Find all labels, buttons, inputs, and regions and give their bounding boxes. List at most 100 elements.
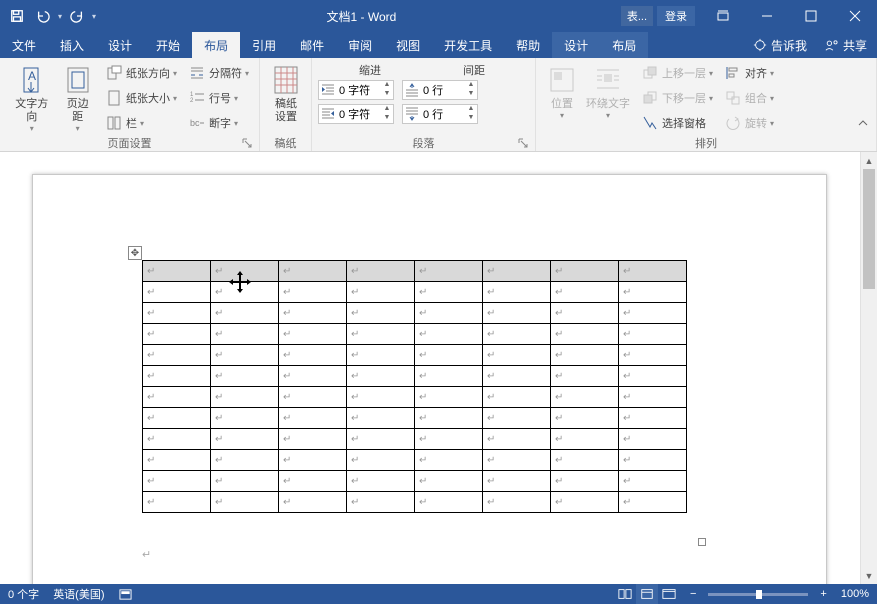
indent-left-spinner[interactable]: ▲▼ [318,80,394,100]
table-cell[interactable]: ↵ [551,261,619,282]
table-cell[interactable]: ↵ [619,303,687,324]
tab-help[interactable]: 帮助 [504,32,552,58]
scroll-up-button[interactable]: ▲ [861,152,877,169]
table-cell[interactable]: ↵ [483,492,551,513]
table-cell[interactable]: ↵ [483,366,551,387]
tab-insert[interactable]: 插入 [48,32,96,58]
status-language[interactable]: 英语(美国) [53,586,104,602]
table-cell[interactable]: ↵ [347,303,415,324]
table-cell[interactable]: ↵ [619,492,687,513]
indent-right-spinner[interactable]: ▲▼ [318,104,394,124]
table-cell[interactable]: ↵ [619,366,687,387]
status-word-count[interactable]: 0 个字 [8,586,39,602]
collapse-ribbon-button[interactable] [857,117,873,133]
table-cell[interactable]: ↵ [211,345,279,366]
table-cell[interactable]: ↵ [347,345,415,366]
table-cell[interactable]: ↵ [347,387,415,408]
view-read-mode[interactable] [614,584,636,604]
table-cell[interactable]: ↵ [143,345,211,366]
table-cell[interactable]: ↵ [279,324,347,345]
zoom-in-button[interactable]: + [816,588,830,600]
table-cell[interactable]: ↵ [415,303,483,324]
zoom-slider-thumb[interactable] [756,590,762,599]
table-cell[interactable]: ↵ [551,366,619,387]
table-row[interactable]: ↵↵↵↵↵↵↵↵ [143,492,687,513]
table-cell[interactable]: ↵ [483,282,551,303]
table-move-handle[interactable]: ✥ [128,246,142,260]
page-setup-dialog-launcher[interactable] [241,138,253,150]
scroll-thumb[interactable] [863,169,875,289]
table-cell[interactable]: ↵ [619,387,687,408]
table-cell[interactable]: ↵ [415,408,483,429]
tab-view[interactable]: 视图 [384,32,432,58]
table-row[interactable]: ↵↵↵↵↵↵↵↵ [143,429,687,450]
table-row[interactable]: ↵↵↵↵↵↵↵↵ [143,303,687,324]
table-cell[interactable]: ↵ [143,492,211,513]
table-cell[interactable]: ↵ [415,492,483,513]
tab-design[interactable]: 设计 [96,32,144,58]
spacing-before-up[interactable]: ▲ [465,81,477,90]
table-cell[interactable]: ↵ [415,282,483,303]
spacing-before-spinner[interactable]: ▲▼ [402,80,478,100]
table-cell[interactable]: ↵ [279,366,347,387]
table-cell[interactable]: ↵ [211,282,279,303]
table-cell[interactable]: ↵ [415,471,483,492]
table-row[interactable]: ↵↵↵↵↵↵↵↵ [143,345,687,366]
table-cell[interactable]: ↵ [483,387,551,408]
table-cell[interactable]: ↵ [143,261,211,282]
document-table[interactable]: ↵↵↵↵↵↵↵↵↵↵↵↵↵↵↵↵↵↵↵↵↵↵↵↵↵↵↵↵↵↵↵↵↵↵↵↵↵↵↵↵… [142,260,687,513]
indent-left-input[interactable] [337,84,381,96]
qat-save[interactable] [4,3,30,29]
tell-me[interactable]: 告诉我 [745,32,815,58]
table-cell[interactable]: ↵ [211,408,279,429]
margins-button[interactable]: 页边距 ▾ [57,62,98,135]
tab-devtools[interactable]: 开发工具 [432,32,504,58]
table-cell[interactable]: ↵ [415,324,483,345]
table-cell[interactable]: ↵ [279,471,347,492]
table-cell[interactable]: ↵ [211,450,279,471]
minimize-button[interactable] [745,0,789,32]
table-cell[interactable]: ↵ [211,429,279,450]
maximize-button[interactable] [789,0,833,32]
zoom-out-button[interactable]: − [686,588,700,600]
table-cell[interactable]: ↵ [211,261,279,282]
tab-file[interactable]: 文件 [0,32,48,58]
table-row[interactable]: ↵↵↵↵↵↵↵↵ [143,324,687,345]
table-cell[interactable]: ↵ [211,324,279,345]
table-cell[interactable]: ↵ [347,324,415,345]
table-cell[interactable]: ↵ [551,387,619,408]
table-cell[interactable]: ↵ [551,450,619,471]
zoom-percent[interactable]: 100% [841,588,869,600]
table-cell[interactable]: ↵ [483,324,551,345]
spacing-after-down[interactable]: ▼ [465,114,477,123]
close-button[interactable] [833,0,877,32]
table-cell[interactable]: ↵ [279,450,347,471]
line-numbers-button[interactable]: 12行号▾ [185,87,253,109]
scroll-down-button[interactable]: ▼ [861,567,877,584]
tab-review[interactable]: 审阅 [336,32,384,58]
manuscript-settings-button[interactable]: 稿纸 设置 [266,62,306,126]
qat-undo[interactable] [30,3,56,29]
table-cell[interactable]: ↵ [143,366,211,387]
table-cell[interactable]: ↵ [347,450,415,471]
hyphenation-button[interactable]: bc断字▾ [185,112,253,134]
table-resize-handle[interactable] [698,538,706,546]
table-cell[interactable]: ↵ [347,408,415,429]
table-cell[interactable]: ↵ [619,429,687,450]
table-cell[interactable]: ↵ [347,261,415,282]
view-web-layout[interactable] [658,584,680,604]
tab-table-layout[interactable]: 布局 [600,32,648,58]
indent-left-up[interactable]: ▲ [381,81,393,90]
spacing-before-down[interactable]: ▼ [465,90,477,99]
ribbon-display-options[interactable] [701,0,745,32]
tab-table-design[interactable]: 设计 [552,32,600,58]
table-row[interactable]: ↵↵↵↵↵↵↵↵ [143,471,687,492]
table-cell[interactable]: ↵ [347,366,415,387]
table-cell[interactable]: ↵ [347,282,415,303]
spacing-before-input[interactable] [421,84,465,96]
table-cell[interactable]: ↵ [551,429,619,450]
selection-pane-button[interactable]: 选择窗格 [638,112,717,134]
table-cell[interactable]: ↵ [347,471,415,492]
spacing-after-spinner[interactable]: ▲▼ [402,104,478,124]
table-cell[interactable]: ↵ [483,345,551,366]
